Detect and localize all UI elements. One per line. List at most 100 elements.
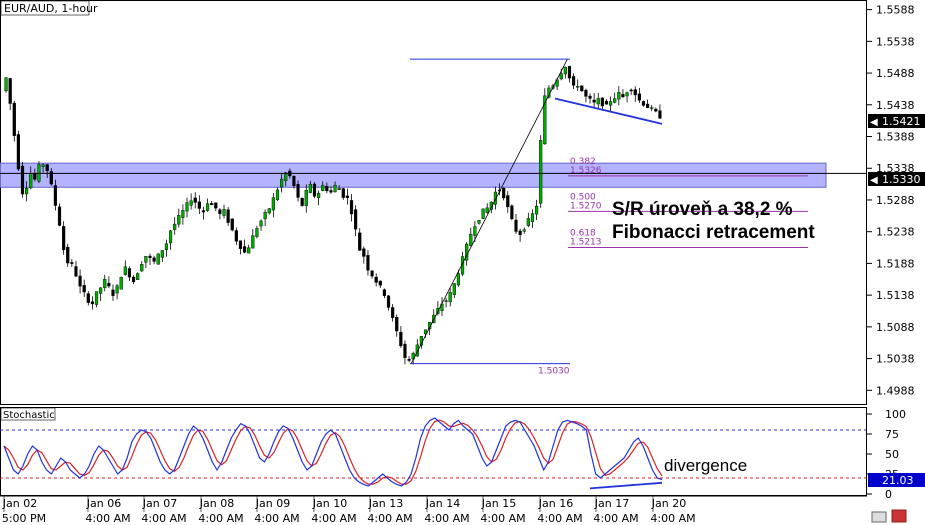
candle-bear (580, 85, 584, 92)
price-tick-label: 1.5288 (876, 194, 915, 207)
candle-bear (296, 184, 300, 198)
candle-bear (214, 202, 218, 209)
candle-bull (526, 218, 530, 226)
x-label-date: Jan 07 (142, 497, 177, 510)
candle-bull (559, 73, 563, 80)
candle-bull (275, 189, 280, 201)
candle-bear (86, 293, 90, 303)
candle-bear (90, 301, 95, 305)
candle-bull (41, 164, 45, 167)
candle-bull (317, 192, 321, 198)
x-label-date: Jan 20 (651, 497, 686, 510)
candle-bear (152, 257, 156, 262)
candle-bear (325, 185, 329, 192)
candle-bull (103, 279, 107, 288)
x-label-time: 4:00 AM (480, 512, 525, 525)
candle-bear (53, 185, 58, 206)
candle-bear (66, 246, 70, 264)
price-tick-label: 1.5138 (876, 289, 915, 302)
x-label-time: 5:00 PM (2, 512, 46, 525)
x-label-time: 4:00 AM (650, 512, 695, 525)
x-label-date: Jan 14 (425, 497, 460, 510)
stochastic-tick-label: 100 (885, 408, 906, 421)
x-label-date: Jan 13 (368, 497, 403, 510)
candle-bull (625, 92, 629, 97)
candle-bull (164, 243, 169, 250)
price-tick-label: 1.4988 (876, 384, 915, 397)
x-label-time: 4:00 AM (141, 512, 186, 525)
candle-bear (230, 218, 234, 231)
candle-bear (514, 219, 518, 232)
candle-bull (613, 98, 617, 103)
scroll-left-icon[interactable] (871, 511, 887, 523)
chart-canvas: 1.50300.3821.53260.5001.52700.6181.5213 … (0, 0, 925, 525)
candle-bear (403, 343, 407, 358)
candle-bull (136, 273, 140, 280)
candle-bear (197, 201, 201, 209)
stochastic-label: Stochastic (3, 410, 55, 421)
candle-bull (308, 183, 312, 193)
price-tick-label: 1.5088 (876, 321, 915, 334)
candle-bear (386, 295, 391, 308)
fib-level-price: 1.5213 (570, 238, 602, 248)
candle-bull (263, 212, 267, 220)
candle-bear (300, 197, 304, 206)
candle-bull (522, 229, 526, 232)
candle-bull (576, 86, 580, 88)
candle-bull (99, 287, 103, 294)
candle-bear (33, 173, 37, 180)
candle-bull (181, 210, 185, 218)
candle-bear (654, 108, 658, 112)
candle-bull (267, 208, 271, 214)
candle-bull (255, 228, 259, 237)
candle-bear (20, 165, 25, 195)
candle-bull (539, 140, 543, 204)
candle-bear (354, 209, 358, 230)
x-label-time: 4:00 AM (367, 512, 412, 525)
stochastic-tick-label: 0 (885, 488, 892, 501)
candle-bear (382, 289, 387, 296)
candle-bear (193, 197, 197, 203)
candle-bear (312, 183, 317, 197)
candle-bull (94, 291, 99, 305)
stochastic-tick-label: 75 (885, 428, 899, 441)
candle-bear (349, 200, 354, 215)
candle-bear (82, 285, 86, 293)
price-tick-label: 1.5038 (876, 353, 915, 366)
candle-bull (115, 285, 119, 294)
candle-bear (518, 230, 522, 236)
candle-bull (259, 220, 263, 227)
x-label-date: Jan 02 (2, 497, 37, 510)
candle-bear (510, 205, 514, 220)
candle-bear (621, 93, 625, 98)
candle-bear (201, 210, 206, 213)
candle-bear (107, 282, 111, 287)
candle-bear (633, 89, 637, 96)
candle-bull (530, 213, 535, 222)
candle-bull (444, 300, 448, 302)
annotation-divergence: divergence (664, 456, 747, 475)
candle-bear (292, 175, 296, 186)
candle-bear (637, 93, 641, 101)
x-label-date: Jan 09 (255, 497, 290, 510)
fib-low-label: 1.5030 (538, 367, 570, 377)
candle-bull (25, 188, 29, 195)
candle-bull (222, 209, 226, 216)
candle-bear (78, 275, 82, 287)
candle-bull (473, 226, 477, 236)
candle-bear (378, 280, 382, 286)
close-icon[interactable] (891, 509, 907, 523)
candle-bull (205, 203, 210, 211)
x-label-date: Jan 10 (312, 497, 347, 510)
candle-bear (111, 289, 115, 296)
candle-bear (407, 359, 411, 361)
candle-bear (45, 164, 49, 172)
candle-bull (456, 273, 461, 286)
stochastic-panel-frame (0, 407, 867, 496)
x-label-date: Jan 16 (538, 497, 573, 510)
candle-bull (279, 178, 284, 188)
candle-bull (123, 266, 127, 275)
candle-bull (333, 184, 337, 193)
candle-bear (506, 195, 510, 208)
candle-bear (238, 240, 243, 249)
